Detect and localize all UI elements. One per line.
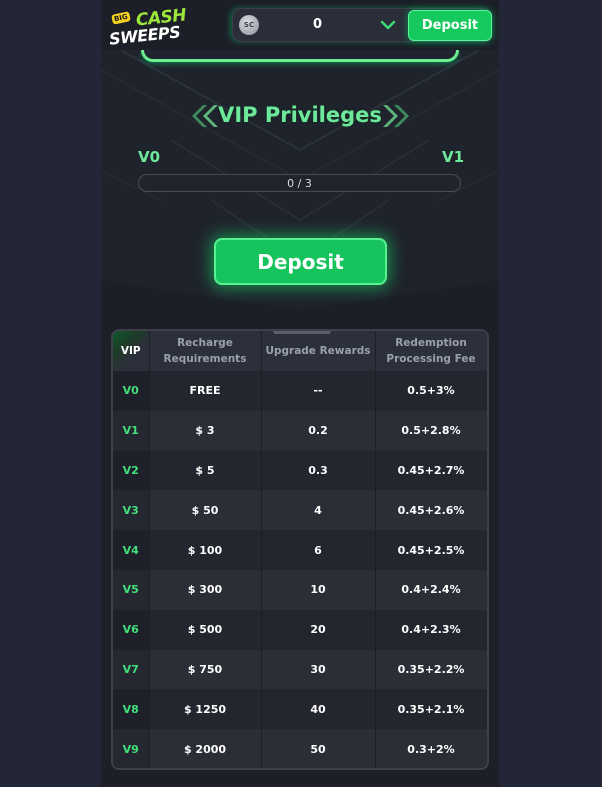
table-row: V1 $ 3 0.2 0.5+2.8% [113,410,487,451]
fee-cell: 0.4+2.4% [375,569,487,610]
fee-cell: 0.45+2.5% [375,530,487,570]
banner-bottom-edge [141,50,459,62]
vip-level-cell: V2 [113,450,150,491]
vip-progress-bar: 0 / 3 [138,174,461,192]
fee-cell: 0.45+2.6% [375,490,487,531]
recharge-cell: $ 1250 [149,689,262,730]
table-row: V3 $ 50 4 0.45+2.6% [113,490,487,531]
vip-level-cell: V1 [113,410,150,451]
recharge-cell: $ 300 [149,569,262,610]
reward-cell: 0.3 [261,450,376,491]
fee-cell: 0.5+2.8% [375,410,487,451]
vip-title: VIP Privileges [218,103,382,127]
header-upgrade-rewards: Upgrade Rewards [261,331,376,371]
reward-cell: 4 [261,490,376,531]
balance-value: 0 [313,17,323,32]
table-row: V2 $ 5 0.3 0.45+2.7% [113,450,487,491]
reward-cell: -- [261,371,376,411]
next-level-label: V1 [442,148,465,166]
table-row: V8 $ 1250 40 0.35+2.1% [113,689,487,730]
table-row: V6 $ 500 20 0.4+2.3% [113,609,487,650]
recharge-cell: $ 2000 [149,729,262,768]
logo-big-text: BIG [111,11,131,25]
deposit-button[interactable]: Deposit [214,238,387,285]
recharge-cell: $ 500 [149,609,262,650]
vip-level-cell: V0 [113,371,150,411]
vip-table-container: VIP Recharge Requirements Upgrade Reward… [111,329,489,770]
vip-level-cell: V6 [113,609,150,650]
table-row: V0 FREE -- 0.5+3% [113,371,487,411]
chevron-down-icon[interactable] [380,17,396,33]
current-level-label: V0 [138,148,161,166]
table-row: V4 $ 100 6 0.45+2.5% [113,530,487,570]
header-redemption-fee: Redemption Processing Fee [375,331,487,371]
vip-progress-text: 0 / 3 [287,177,312,190]
recharge-cell: $ 750 [149,649,262,690]
recharge-cell: $ 50 [149,490,262,531]
reward-cell: 10 [261,569,376,610]
reward-cell: 30 [261,649,376,690]
fee-cell: 0.35+2.2% [375,649,487,690]
fee-cell: 0.4+2.3% [375,609,487,650]
header-deposit-button[interactable]: Deposit [408,10,492,41]
fee-cell: 0.45+2.7% [375,450,487,491]
sc-coin-icon: SC [239,15,259,35]
recharge-cell: $ 100 [149,530,262,570]
fee-cell: 0.5+3% [375,371,487,411]
vip-level-cell: V4 [113,530,150,570]
table-notch [273,331,331,334]
logo-sweeps-text: SWEEPS [108,22,182,49]
vip-level-cell: V7 [113,649,150,690]
vip-level-cell: V5 [113,569,150,610]
double-chevron-right-icon [383,105,409,127]
recharge-cell: FREE [149,371,262,411]
reward-cell: 50 [261,729,376,768]
balance-selector[interactable]: SC 0 Deposit [232,8,492,42]
vip-level-cell: V9 [113,729,150,768]
brand-logo[interactable]: BIG CASH SWEEPS [108,5,187,48]
table-row: V9 $ 2000 50 0.3+2% [113,729,487,768]
top-header: BIG CASH SWEEPS SC 0 Deposit [101,0,499,50]
table-header-row: VIP Recharge Requirements Upgrade Reward… [113,331,487,371]
recharge-cell: $ 3 [149,410,262,451]
reward-cell: 20 [261,609,376,650]
vip-table: VIP Recharge Requirements Upgrade Reward… [113,331,487,768]
app-panel: BIG CASH SWEEPS SC 0 Deposit VIP Privile… [101,0,499,787]
recharge-cell: $ 5 [149,450,262,491]
header-vip: VIP [113,331,150,371]
reward-cell: 0.2 [261,410,376,451]
table-row: V7 $ 750 30 0.35+2.2% [113,649,487,690]
reward-cell: 40 [261,689,376,730]
vip-level-cell: V8 [113,689,150,730]
header-recharge-requirements: Recharge Requirements [149,331,262,371]
reward-cell: 6 [261,530,376,570]
vip-level-cell: V3 [113,490,150,531]
fee-cell: 0.3+2% [375,729,487,768]
fee-cell: 0.35+2.1% [375,689,487,730]
table-row: V5 $ 300 10 0.4+2.4% [113,569,487,610]
